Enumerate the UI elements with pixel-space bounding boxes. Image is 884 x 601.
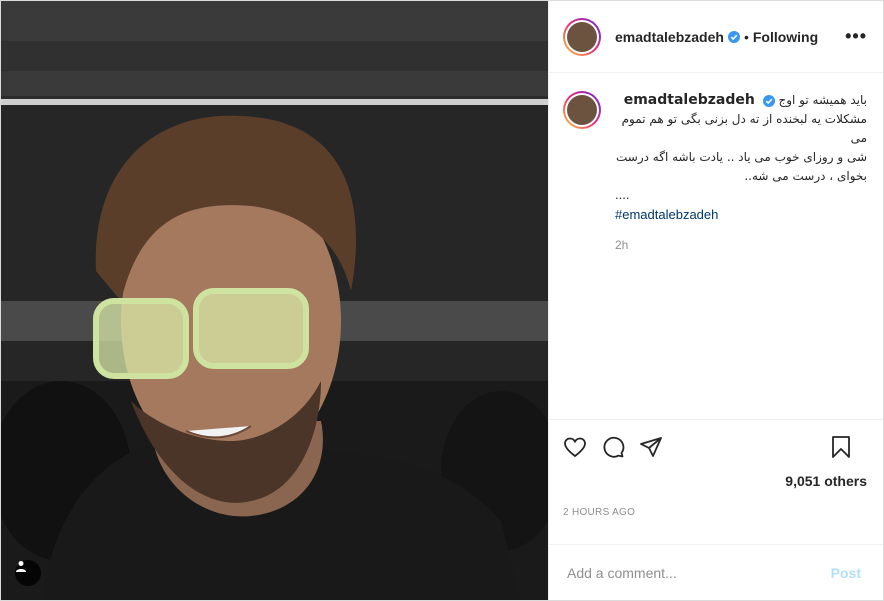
bookmark-icon[interactable] bbox=[829, 435, 853, 459]
caption-line-2: مشکلات یه لبخنده از ته دل بزنی بگی تو هم… bbox=[621, 112, 867, 145]
caption-avatar[interactable] bbox=[563, 91, 601, 129]
separator-dot: • bbox=[743, 28, 749, 45]
caption-line-5: .... bbox=[615, 187, 630, 202]
post-modal: emadtalebzadeh • Following ••• باید همیش… bbox=[0, 0, 884, 601]
header-username[interactable]: emadtalebzadeh bbox=[615, 29, 724, 45]
caption-line-4: بخوای ، درست می شه.. bbox=[744, 169, 867, 183]
hashtag-link[interactable]: #emadtalebzadeh bbox=[615, 206, 867, 224]
post-header: emadtalebzadeh • Following ••• bbox=[549, 1, 883, 73]
caption-body: باید همیشه تو اوج emadtalebzadeh مشکلات … bbox=[615, 91, 867, 254]
caption-age[interactable]: 2h bbox=[615, 236, 867, 254]
heart-icon[interactable] bbox=[563, 435, 587, 459]
post-comment-button[interactable]: Post bbox=[825, 564, 867, 582]
caption: باید همیشه تو اوج emadtalebzadeh مشکلات … bbox=[563, 91, 867, 254]
post-sidebar: emadtalebzadeh • Following ••• باید همیش… bbox=[548, 1, 883, 600]
post-actions: 9,051 others 2 HOURS AGO bbox=[549, 419, 883, 544]
comments-section: باید همیشه تو اوج emadtalebzadeh مشکلات … bbox=[549, 73, 883, 419]
user-icon bbox=[16, 561, 26, 572]
comment-icon[interactable] bbox=[601, 435, 625, 459]
post-photo[interactable] bbox=[1, 1, 548, 600]
following-button[interactable]: Following bbox=[753, 29, 818, 45]
likes-count[interactable]: 9,051 others bbox=[563, 473, 867, 489]
action-icons bbox=[563, 424, 867, 470]
caption-line-1: باید همیشه تو اوج emadtalebzadeh bbox=[623, 92, 867, 108]
caption-line-3: شی و روزای خوب می یاد .. یادت باشه اگه د… bbox=[616, 150, 867, 164]
comment-input[interactable] bbox=[565, 563, 825, 582]
verified-icon bbox=[762, 94, 775, 107]
share-icon[interactable] bbox=[639, 435, 663, 459]
more-options-icon[interactable]: ••• bbox=[845, 26, 867, 47]
tagged-users-button[interactable] bbox=[15, 560, 41, 586]
avatar[interactable] bbox=[563, 17, 601, 56]
caption-username[interactable]: emadtalebzadeh bbox=[624, 92, 755, 108]
add-comment-bar: Post bbox=[549, 544, 883, 600]
selfie-illustration bbox=[1, 1, 548, 600]
verified-icon bbox=[727, 30, 740, 43]
posted-time[interactable]: 2 HOURS AGO bbox=[563, 507, 867, 518]
